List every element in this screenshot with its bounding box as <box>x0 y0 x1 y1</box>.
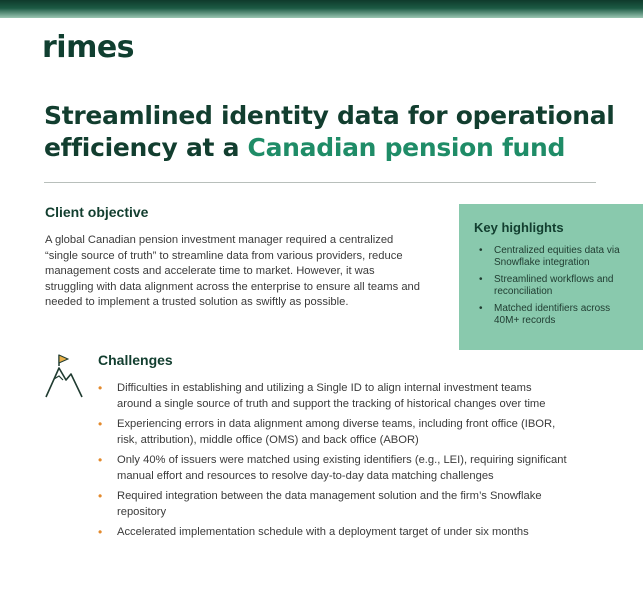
key-highlights-list: • Centralized equities data via Snowflake… <box>474 245 631 327</box>
bullet-icon: • <box>479 274 483 285</box>
challenge-item: • Experiencing errors in data alignment a… <box>98 417 556 446</box>
mountain-flag-icon <box>45 354 83 398</box>
bullet-icon: • <box>98 453 103 467</box>
bullet-icon: • <box>98 417 103 431</box>
highlight-item: • Streamlined workflows and reconciliatio… <box>479 274 614 297</box>
challenge-item: • Difficulties in establishing and utiliz… <box>98 381 546 410</box>
bullet-icon: • <box>98 525 103 539</box>
bullet-icon: • <box>479 303 483 314</box>
challenges-list: • Difficulties in establishing and utiliz… <box>98 381 568 546</box>
highlight-item: • Centralized equities data via Snowflake… <box>479 245 620 268</box>
bullet-icon: • <box>98 381 103 395</box>
bullet-icon: • <box>98 489 103 503</box>
header-gradient-bar <box>0 0 643 18</box>
title-accent-text: Canadian pension fund <box>247 133 566 162</box>
challenges-heading: Challenges <box>98 352 173 368</box>
title-divider <box>44 182 596 183</box>
key-highlights-heading: Key highlights <box>474 220 564 235</box>
challenge-item: • Only 40% of issuers were matched using … <box>98 453 567 482</box>
rimes-logo: rimes <box>42 30 135 65</box>
key-highlights-box: Key highlights • Centralized equities dat… <box>459 204 643 350</box>
bullet-icon: • <box>479 245 483 256</box>
highlight-item: • Matched identifiers across 40M+ records <box>479 303 611 326</box>
client-objective-text: A global Canadian pension investment man… <box>45 234 420 308</box>
challenge-item: • Required integration between the data m… <box>98 489 542 518</box>
client-objective-heading: Client objective <box>45 204 149 220</box>
page-title: Streamlined identity data for operationa… <box>44 100 624 164</box>
challenge-item: • Accelerated implementation schedule wit… <box>98 525 529 539</box>
